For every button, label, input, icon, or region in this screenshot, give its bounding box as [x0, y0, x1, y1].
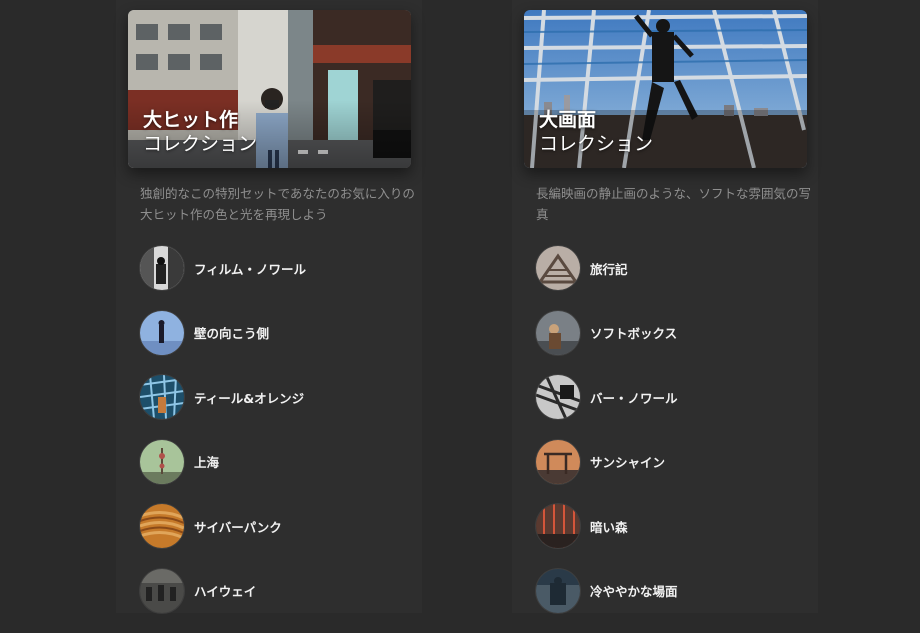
preset-thumbnail — [140, 504, 184, 548]
preset-label: ハイウェイ — [194, 584, 257, 599]
preset-label: フィルム・ノワール — [194, 261, 307, 277]
preset-highway[interactable]: ハイウェイ — [140, 568, 306, 613]
preset-list: フィルム・ノワール 壁の向こう側 ティール&オレンジ 上海 サイバーパンク ハイ… — [140, 246, 306, 633]
preset-label: 旅行記 — [590, 261, 628, 277]
big-screen-hero-image[interactable]: 大画面 コレクション — [524, 10, 807, 168]
collection-subtitle: コレクション — [143, 133, 258, 155]
preset-thumbnail — [536, 310, 580, 355]
preset-cyberpunk[interactable]: サイバーパンク — [140, 504, 306, 548]
collection-subtitle: コレクション — [539, 133, 654, 155]
collection-blockbuster: 大ヒット作 コレクション 独創的なこの特別セットであなたのお気に入りの大ヒット作… — [116, 0, 422, 613]
preset-thumbnail — [536, 439, 580, 484]
preset-beyond-the-wall[interactable]: 壁の向こう側 — [140, 310, 306, 355]
preset-label: サイバーパンク — [194, 519, 282, 535]
preset-label: ソフトボックス — [590, 326, 678, 341]
collection-description: 長編映画の静止画のような、ソフトな雰囲気の写真 — [536, 186, 812, 222]
preset-softbox[interactable]: ソフトボックス — [536, 310, 678, 355]
preset-bar-noir[interactable]: バー・ノワール — [536, 375, 678, 419]
preset-teal-orange[interactable]: ティール&オレンジ — [140, 375, 306, 419]
preset-list: 旅行記 ソフトボックス バー・ノワール サンシャイン 暗い森 冷ややかな場面 — [536, 246, 678, 633]
preset-label: 上海 — [194, 455, 220, 470]
preset-shanghai[interactable]: 上海 — [140, 439, 306, 484]
blockbuster-hero-image[interactable]: 大ヒット作 コレクション — [128, 10, 411, 168]
preset-label: サンシャイン — [590, 455, 666, 470]
preset-label: 暗い森 — [590, 519, 628, 535]
preset-thumbnail — [140, 439, 184, 484]
preset-label: ティール&オレンジ — [194, 390, 305, 406]
preset-thumbnail — [536, 246, 580, 290]
collection-title: 大画面 — [539, 109, 597, 131]
preset-thumbnail — [536, 375, 580, 419]
preset-thumbnail — [140, 310, 184, 355]
preset-thumbnail — [140, 568, 184, 613]
preset-film-noir[interactable]: フィルム・ノワール — [140, 246, 306, 290]
preset-label: バー・ノワール — [590, 390, 678, 406]
collection-big-screen: 大画面 コレクション 長編映画の静止画のような、ソフトな雰囲気の写真 旅行記 ソ… — [512, 0, 818, 613]
preset-cold-scene[interactable]: 冷ややかな場面 — [536, 568, 678, 613]
collection-title: 大ヒット作 — [143, 109, 239, 131]
preset-thumbnail — [140, 375, 184, 419]
preset-label: 冷ややかな場面 — [590, 584, 678, 599]
preset-thumbnail — [140, 246, 184, 290]
preset-label: 壁の向こう側 — [194, 326, 270, 341]
preset-dark-forest[interactable]: 暗い森 — [536, 504, 678, 548]
collection-description: 独創的なこの特別セットであなたのお気に入りの大ヒット作の色と光を再現しよう — [140, 186, 415, 222]
preset-sunshine[interactable]: サンシャイン — [536, 439, 678, 484]
preset-travelogue[interactable]: 旅行記 — [536, 246, 678, 290]
preset-thumbnail — [536, 568, 580, 613]
preset-thumbnail — [536, 504, 580, 548]
